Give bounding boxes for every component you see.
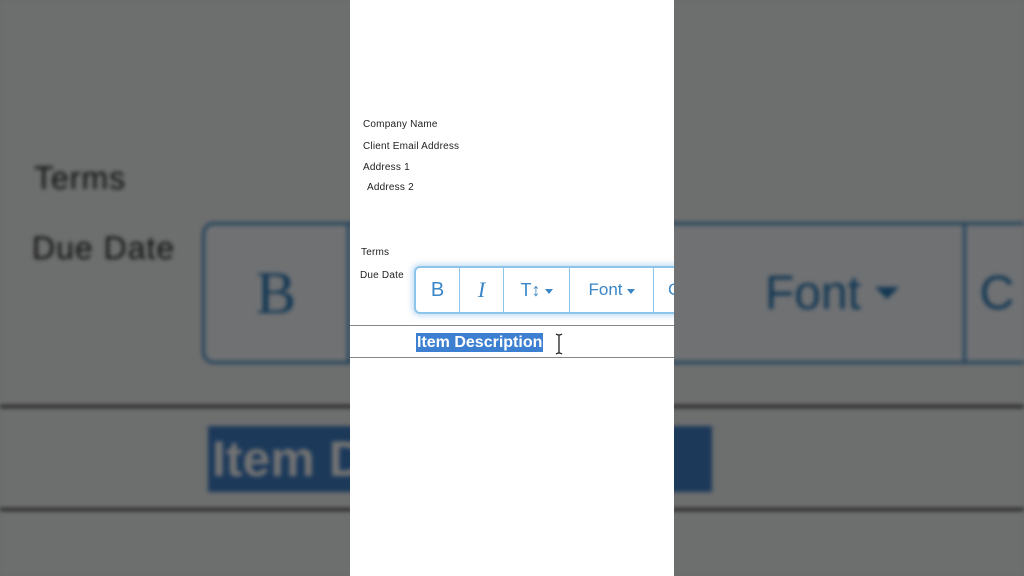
text-cursor-icon	[555, 333, 563, 355]
font-label: Font	[588, 280, 623, 299]
font-dropdown-button[interactable]: Font	[570, 268, 654, 312]
caret-down-icon	[626, 288, 635, 294]
text-format-toolbar: B I T↕ Font C	[414, 266, 674, 314]
address-2-field[interactable]: Address 2	[367, 182, 414, 193]
company-name-field[interactable]: Company Name	[363, 119, 438, 130]
text-size-icon: T↕	[520, 279, 541, 300]
table-row-divider	[350, 325, 674, 326]
terms-label: Terms	[361, 247, 390, 258]
text-size-button[interactable]: T↕	[504, 268, 570, 312]
bold-button[interactable]: B	[416, 268, 460, 312]
client-email-field[interactable]: Client Email Address	[363, 141, 459, 152]
italic-button[interactable]: I	[460, 268, 504, 312]
more-button[interactable]: C	[654, 268, 674, 312]
due-date-label: Due Date	[360, 270, 404, 281]
address-1-field[interactable]: Address 1	[363, 162, 410, 173]
item-description-cell[interactable]: Item Description	[416, 333, 544, 352]
table-row-divider	[350, 357, 674, 358]
caret-down-icon	[544, 288, 553, 294]
invoice-document: Company Name Client Email Address Addres…	[350, 0, 674, 576]
